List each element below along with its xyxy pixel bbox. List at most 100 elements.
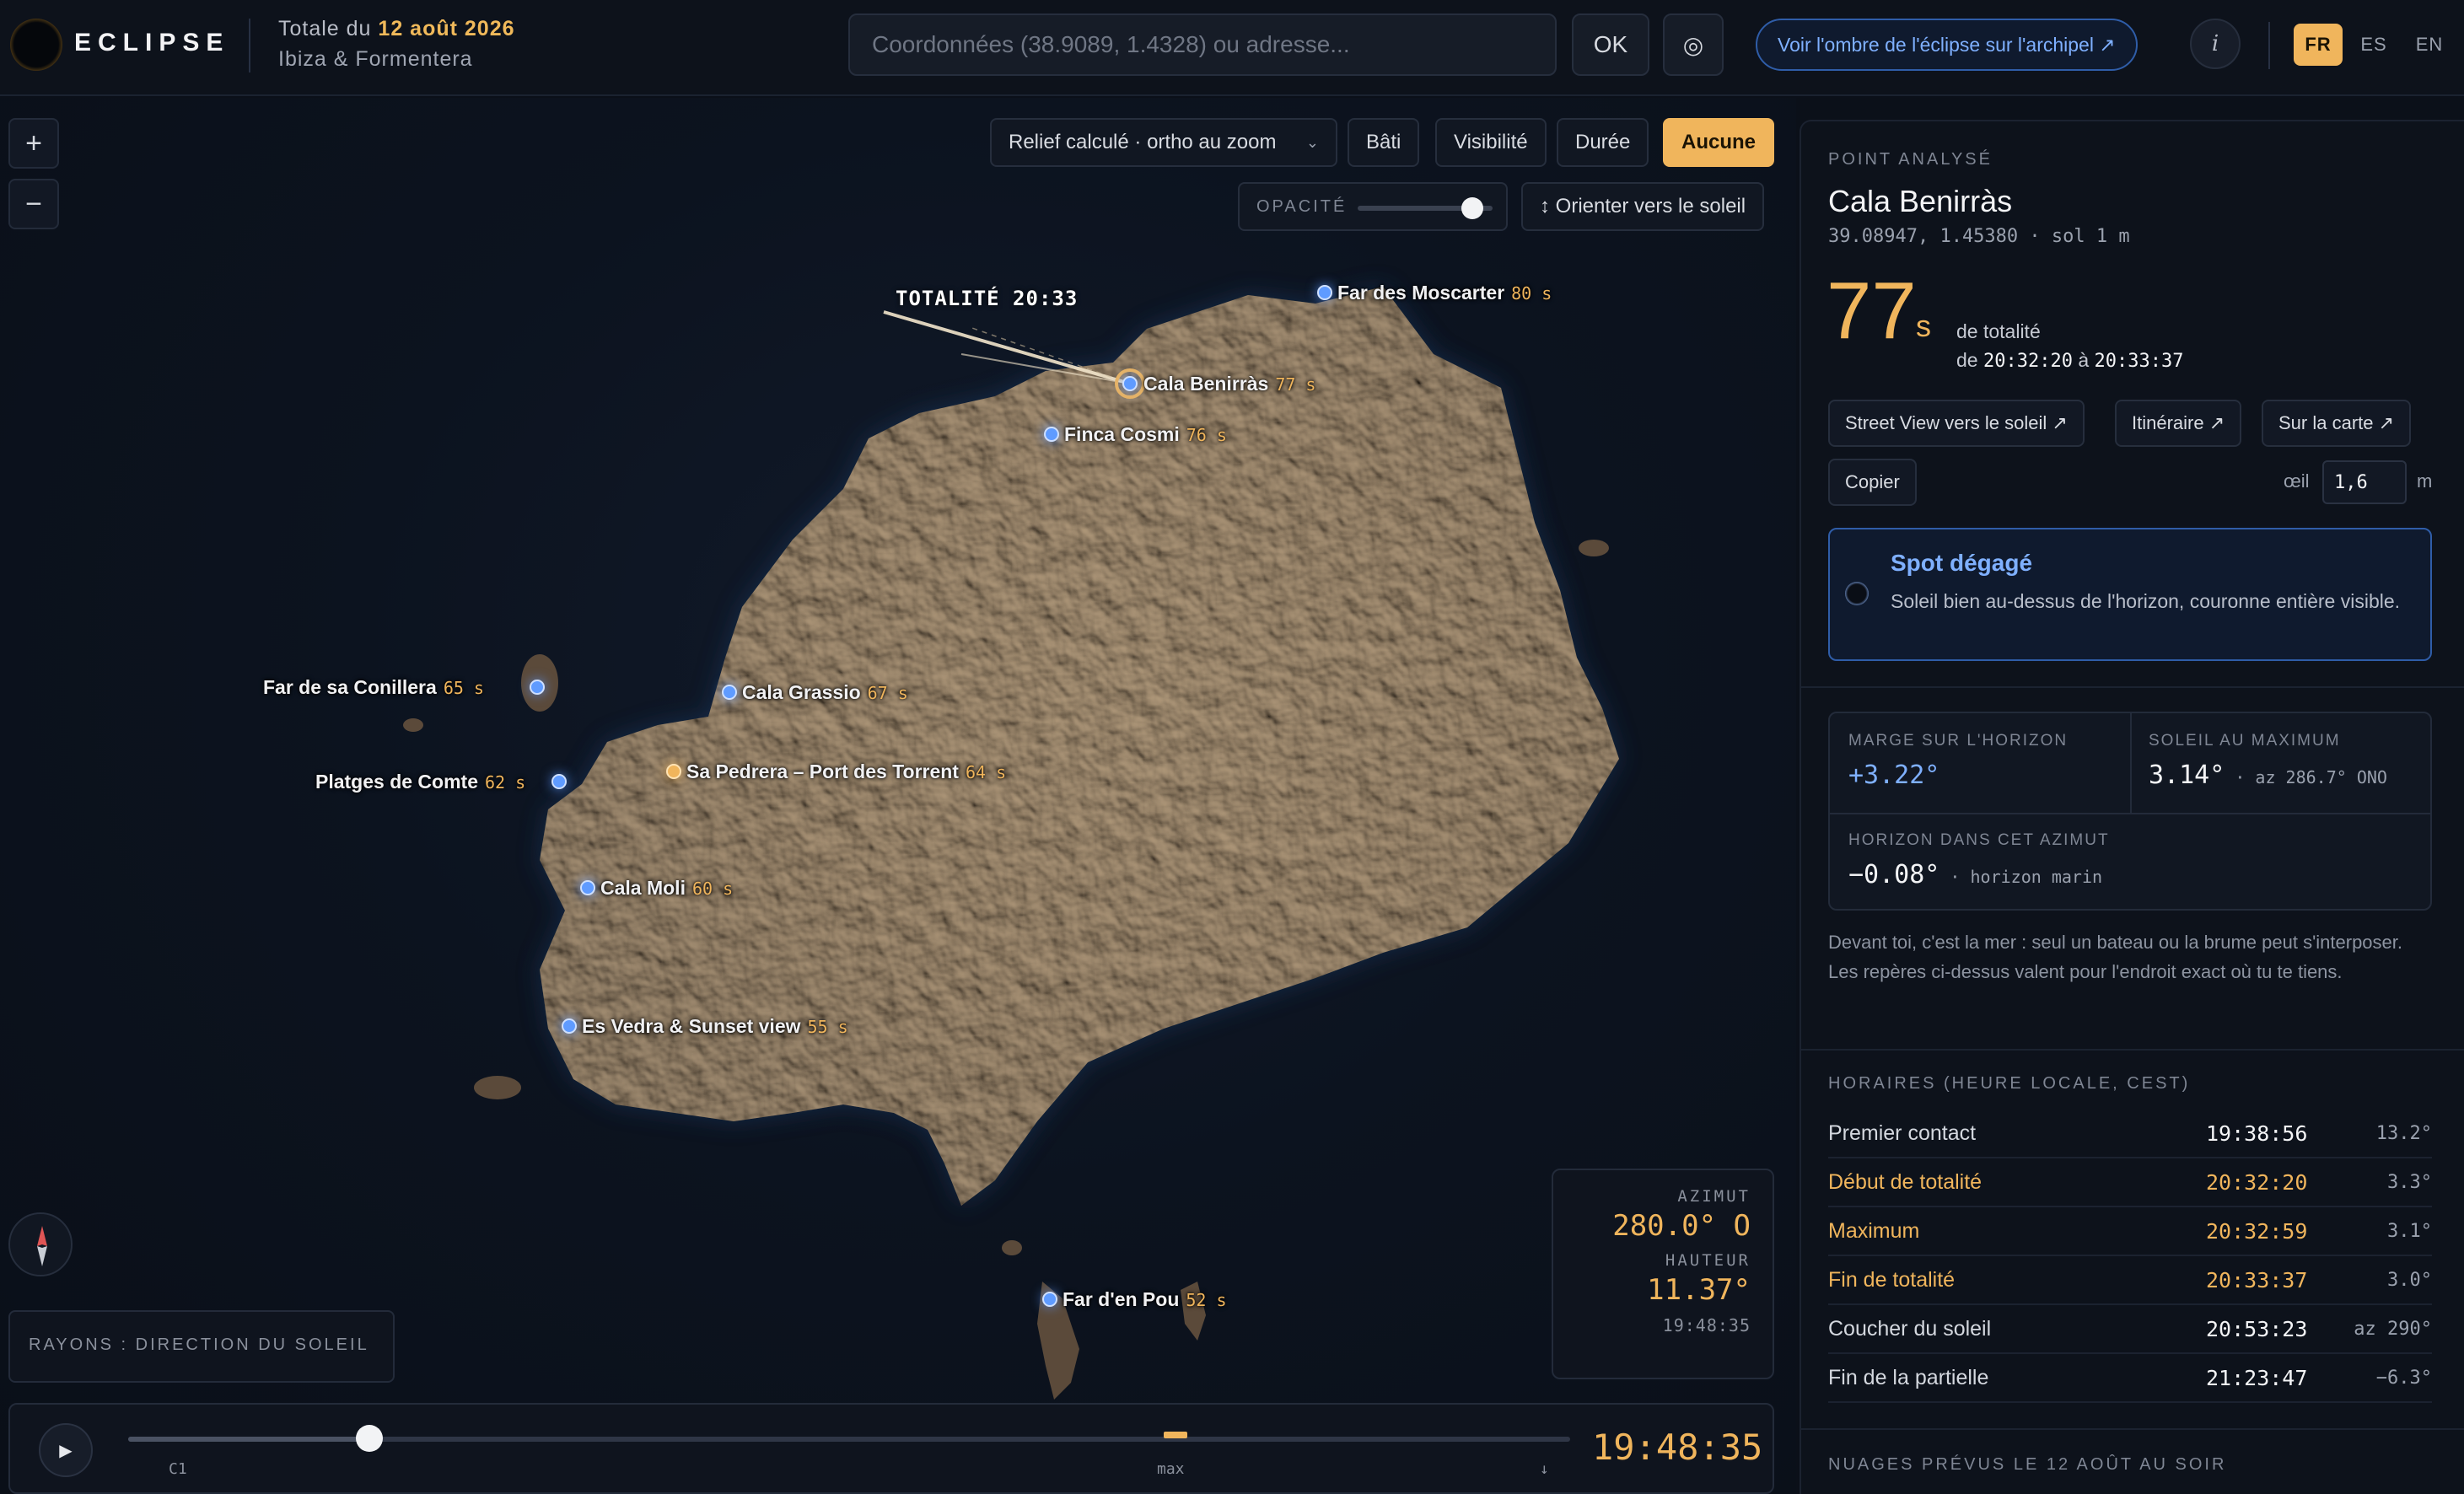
timeline-slider-handle[interactable] — [355, 1425, 383, 1452]
table-row: Fin de totalité 20:33:37 3.0° — [1828, 1256, 2432, 1305]
totality-duration-number: 77 — [1826, 266, 1917, 356]
marge-label: MARGE SUR L'HORIZON — [1848, 732, 2069, 750]
advice-text: Devant toi, c'est la mer : seul un batea… — [1828, 932, 2403, 982]
azimut-label: AZIMUT — [1677, 1187, 1751, 1206]
map-label[interactable]: Far des Moscarter 80 s — [1337, 282, 1552, 304]
point-name: Cala Grassio — [742, 681, 861, 703]
marge-value: +3.22° — [1848, 760, 1940, 790]
opacity-slider-handle[interactable] — [1461, 197, 1483, 219]
map-view[interactable]: + − Relief calculé · ortho au zoom ⌄ Bât… — [0, 98, 1796, 1494]
map-point-cala-benirras[interactable] — [1122, 376, 1138, 391]
spot-status-card: Spot dégagé Soleil bien au-dessus de l'h… — [1828, 528, 2432, 661]
layer-aucune-button[interactable]: Aucune — [1663, 118, 1775, 167]
locate-button[interactable]: ◎ — [1663, 13, 1724, 76]
map-label[interactable]: Es Vedra & Sunset view 55 s — [582, 1015, 848, 1038]
totality-duration-unit: s — [1916, 309, 1931, 343]
lang-fr-button[interactable]: FR — [2294, 24, 2343, 66]
schedule-event-name: Fin de la partielle — [1828, 1366, 1989, 1389]
zoom-in-button[interactable]: + — [8, 118, 59, 169]
divider — [1801, 686, 2464, 688]
map-label[interactable]: Sa Pedrera – Port des Torrent 64 s — [686, 760, 1006, 783]
divider — [1830, 813, 2430, 814]
horizon-value: −0.08° · horizon marin — [1848, 860, 2102, 889]
schedule-event-name: Premier contact — [1828, 1121, 1977, 1145]
map-label[interactable]: Finca Cosmi 76 s — [1064, 423, 1227, 446]
street-view-button[interactable]: Street View vers le soleil ↗ — [1828, 400, 2085, 447]
show-on-map-button[interactable]: Sur la carte ↗ — [2262, 400, 2412, 447]
totality-duration-text: de totalité — [1956, 320, 2041, 342]
layer-duree-button[interactable]: Durée — [1557, 118, 1649, 167]
rays-legend-label: RAYONS : DIRECTION DU SOLEIL — [29, 1335, 369, 1354]
lang-en-button[interactable]: EN — [2405, 24, 2454, 66]
point-name: Far des Moscarter — [1337, 282, 1505, 304]
map-point-finca-cosmi[interactable] — [1044, 427, 1059, 442]
totality-marker — [1164, 1432, 1187, 1438]
tick-max: max — [1157, 1460, 1185, 1478]
divider — [1801, 1049, 2464, 1051]
hauteur-value: 11.37° — [1647, 1273, 1751, 1307]
point-seconds: 60 s — [691, 879, 734, 899]
point-name: Far d'en Pou — [1063, 1288, 1180, 1310]
spot-status-desc: Soleil bien au-dessus de l'horizon, cour… — [1891, 590, 2401, 612]
lang-es-button[interactable]: ES — [2349, 24, 2398, 66]
ok-button[interactable]: OK — [1572, 13, 1649, 76]
map-point-es-vedra[interactable] — [562, 1018, 577, 1034]
play-button[interactable]: ▶ — [39, 1423, 93, 1477]
point-seconds: 52 s — [1186, 1290, 1227, 1310]
map-point-far-de-sa-conillera[interactable] — [530, 680, 545, 695]
play-icon: ▶ — [59, 1441, 73, 1460]
compass-icon[interactable] — [8, 1212, 73, 1276]
point-seconds: 55 s — [807, 1017, 848, 1037]
relief-mode-value: Relief calculé · ortho au zoom — [1009, 131, 1277, 153]
opacity-label: OPACITÉ — [1256, 197, 1348, 216]
horizon-label: HORIZON DANS CET AZIMUT — [1848, 831, 2110, 849]
eye-height-input[interactable] — [2322, 460, 2407, 504]
schedule-event-name: Fin de totalité — [1828, 1268, 1956, 1292]
point-name: Sa Pedrera – Port des Torrent — [686, 760, 959, 782]
map-label[interactable]: Cala Moli 60 s — [600, 877, 733, 900]
search-input[interactable] — [848, 13, 1557, 76]
copy-button[interactable]: Copier — [1828, 459, 1917, 506]
zoom-out-button[interactable]: − — [8, 179, 59, 229]
eclipse-shadow-link[interactable]: Voir l'ombre de l'éclipse sur l'archipel… — [1756, 19, 2138, 71]
schedule-title: HORAIRES (HEURE LOCALE, CEST) — [1828, 1074, 2191, 1093]
region-name: Ibiza & Formentera — [278, 47, 473, 71]
eclipse-logo-icon — [10, 19, 62, 71]
eclipse-date: Totale du 12 août 2026 — [278, 17, 515, 41]
map-label[interactable]: Far d'en Pou 52 s — [1063, 1288, 1227, 1311]
map-point-sa-pedrera[interactable] — [666, 764, 681, 779]
interval-end: 20:33:37 — [2094, 351, 2184, 372]
table-row: Maximum 20:32:59 3.1° — [1828, 1207, 2432, 1256]
relief-mode-select[interactable]: Relief calculé · ortho au zoom ⌄ — [990, 118, 1337, 167]
eclipse-status-icon — [1845, 582, 1869, 605]
schedule-event-time: 20:33:37 — [2206, 1268, 2308, 1292]
info-button[interactable]: i — [2190, 19, 2241, 69]
map-point-far-den-pou[interactable] — [1042, 1292, 1057, 1307]
point-seconds: 67 s — [867, 683, 908, 703]
date-prefix: Totale du — [278, 17, 379, 40]
schedule-event-angle: 3.0° — [2387, 1270, 2432, 1291]
map-label[interactable]: Platges de Comte 62 s — [315, 771, 525, 793]
point-name: Far de sa Conillera — [263, 676, 437, 698]
layer-visibilite-button[interactable]: Visibilité — [1435, 118, 1547, 167]
divider — [2268, 22, 2270, 69]
orient-to-sun-button[interactable]: ↕ Orienter vers le soleil — [1521, 182, 1765, 231]
map-label[interactable]: Cala Benirràs 77 s — [1143, 373, 1315, 395]
map-point-platges-de-comte[interactable] — [551, 774, 567, 789]
schedule-event-time: 20:32:20 — [2206, 1170, 2308, 1195]
map-point-cala-moli[interactable] — [580, 880, 595, 895]
schedule-event-angle: −6.3° — [2375, 1368, 2432, 1389]
itinerary-button[interactable]: Itinéraire ↗ — [2115, 400, 2242, 447]
point-name: Cala Moli — [600, 877, 686, 899]
table-row: Début de totalité 20:32:20 3.3° — [1828, 1158, 2432, 1207]
map-label[interactable]: Far de sa Conillera 65 s — [263, 676, 484, 699]
map-point-cala-grassio[interactable] — [722, 685, 737, 700]
layer-bati-button[interactable]: Bâti — [1348, 118, 1420, 167]
map-label[interactable]: Cala Grassio 67 s — [742, 681, 908, 704]
interval-prefix: de — [1956, 349, 1983, 371]
rays-legend: RAYONS : DIRECTION DU SOLEIL — [8, 1310, 395, 1383]
horizon-note: · horizon marin — [1939, 867, 2103, 887]
map-point-far-des-moscarter[interactable] — [1317, 285, 1332, 300]
divider — [1801, 1428, 2464, 1430]
table-row: Fin de la partielle 21:23:47 −6.3° — [1828, 1354, 2432, 1403]
